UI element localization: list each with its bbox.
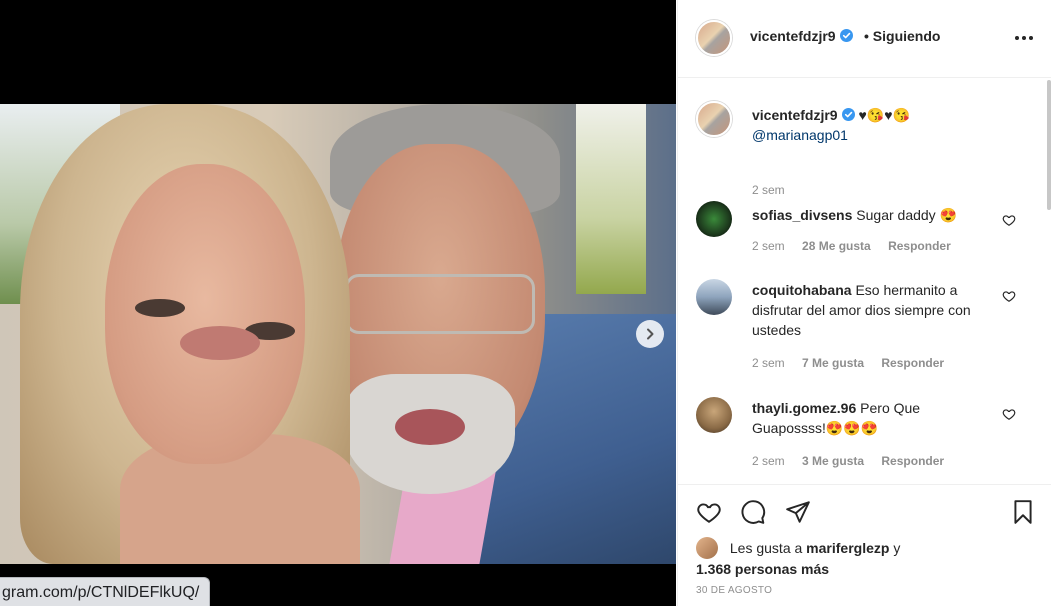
reply-button[interactable]: Responder [888, 239, 951, 253]
post-actions: Les gusta a mariferglezp y 1.368 persona… [678, 484, 1051, 606]
caption-mention-link[interactable]: @marianagp01 [752, 127, 848, 143]
commenter-avatar[interactable] [696, 397, 732, 433]
heart-icon[interactable] [1002, 213, 1016, 227]
author-avatar[interactable] [696, 20, 732, 56]
comment-likes[interactable]: 7 Me gusta [802, 356, 864, 370]
post-date[interactable]: 30 DE AGOSTO [696, 585, 772, 596]
post-side-panel: vicentefdzjr9 • Siguiendo vicentefdzjr9 … [677, 0, 1051, 606]
post-photo[interactable] [0, 104, 676, 564]
paper-plane-icon[interactable] [785, 499, 811, 525]
comments-scrollbar[interactable] [1047, 80, 1051, 210]
comment-likes[interactable]: 3 Me gusta [802, 454, 864, 468]
chevron-right-icon [647, 328, 654, 340]
comment-bubble-icon[interactable] [740, 499, 766, 525]
comment-time[interactable]: 2 sem [752, 239, 785, 253]
caption-time[interactable]: 2 sem [752, 183, 785, 197]
verified-badge-icon [839, 29, 853, 42]
status-url-bar: gram.com/p/CTNlDEFlkUQ/ [0, 577, 211, 606]
commenter-avatar[interactable] [696, 279, 732, 315]
heart-icon[interactable] [696, 499, 722, 525]
commenter-avatar[interactable] [696, 201, 732, 237]
comment-likes[interactable]: 28 Me gusta [802, 239, 871, 253]
heart-icon[interactable] [1002, 407, 1016, 421]
following-button[interactable]: • Siguiendo [864, 28, 940, 44]
liker-username[interactable]: mariferglezp [806, 540, 889, 556]
caption-author-avatar[interactable] [696, 101, 732, 137]
more-options-icon[interactable] [1014, 28, 1034, 48]
verified-badge-icon [841, 108, 855, 121]
comment-text: Sugar daddy 😍 [856, 207, 957, 223]
likes-count[interactable]: 1.368 personas más [696, 561, 829, 577]
comment-username[interactable]: sofias_divsens [752, 207, 852, 223]
likes-summary: Les gusta a mariferglezp y 1.368 persona… [696, 537, 1036, 579]
caption-username[interactable]: vicentefdzjr9 [752, 107, 838, 123]
comment-time[interactable]: 2 sem [752, 356, 785, 370]
comment-time[interactable]: 2 sem [752, 454, 785, 468]
bookmark-icon[interactable] [1010, 499, 1036, 525]
comment-username[interactable]: coquitohabana [752, 282, 852, 298]
author-username[interactable]: vicentefdzjr9 [750, 28, 853, 44]
comment-username[interactable]: thayli.gomez.96 [752, 400, 856, 416]
liker-avatar[interactable] [696, 537, 718, 559]
post-header: vicentefdzjr9 • Siguiendo [678, 0, 1051, 78]
reply-button[interactable]: Responder [881, 454, 944, 468]
reply-button[interactable]: Responder [881, 356, 944, 370]
heart-icon[interactable] [1002, 289, 1016, 303]
post-media: gram.com/p/CTNlDEFlkUQ/ [0, 0, 676, 606]
next-media-button[interactable] [636, 320, 664, 348]
caption-emojis: ♥😘♥😘 [858, 107, 910, 123]
comments-list[interactable]: vicentefdzjr9 ♥😘♥😘 @marianagp01 2 sem so… [678, 79, 1051, 484]
